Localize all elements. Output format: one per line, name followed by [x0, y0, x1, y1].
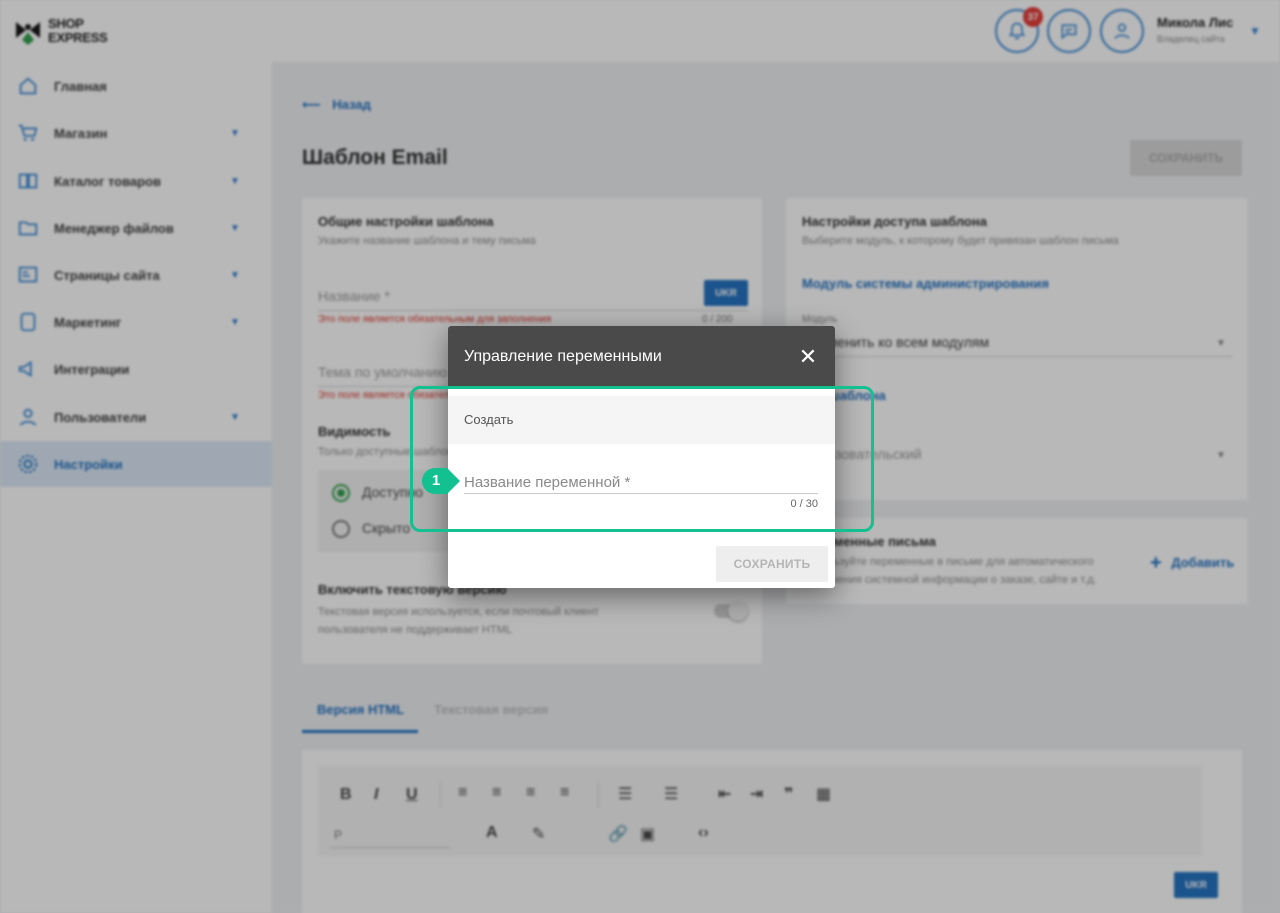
annotation-number: 1 [431, 472, 441, 489]
modal-save-button[interactable]: СОХРАНИТЬ [716, 546, 828, 582]
modal-header: Управление переменными ✕ [448, 326, 835, 388]
modal-title: Управление переменными [464, 348, 662, 365]
close-icon[interactable]: ✕ [796, 345, 820, 369]
annotation-highlight-frame [410, 386, 874, 532]
